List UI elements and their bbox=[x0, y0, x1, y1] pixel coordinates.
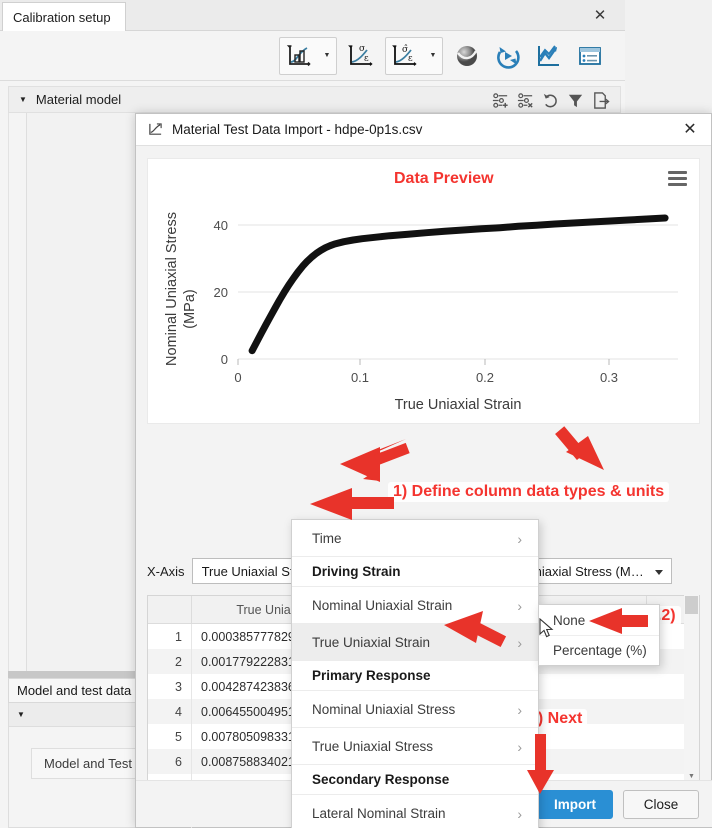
section-toolbar bbox=[491, 87, 610, 114]
context-menu-item[interactable]: True Uniaxial Strain › bbox=[292, 624, 538, 661]
add-parameter-icon[interactable] bbox=[491, 91, 510, 110]
chevron-right-icon: › bbox=[517, 702, 522, 718]
data-preview-chart: 0 20 40 0 0.1 0.2 0.3 True Uniaxial Stra… bbox=[147, 158, 700, 424]
true-stress-strain-dropdown-caret[interactable]: ▼ bbox=[424, 38, 442, 74]
svg-text:0: 0 bbox=[221, 352, 228, 367]
svg-text:0.2: 0.2 bbox=[476, 370, 494, 385]
context-menu-item-label: True Uniaxial Strain bbox=[312, 634, 431, 650]
context-menu-item-label: Lateral Nominal Strain bbox=[312, 805, 446, 821]
sphere-3d-icon[interactable] bbox=[450, 38, 484, 74]
plot-chart-button-group: ▼ bbox=[279, 36, 337, 75]
svg-text:σ: σ bbox=[359, 44, 365, 54]
plot-chart-dropdown-caret[interactable]: ▼ bbox=[318, 38, 336, 74]
row-index: 1 bbox=[148, 624, 192, 649]
dialog-title-bar: Material Test Data Import - hdpe-0p1s.cs… bbox=[136, 114, 711, 146]
filter-icon[interactable] bbox=[566, 91, 585, 110]
refresh-run-icon[interactable] bbox=[491, 38, 525, 74]
svg-text:ε: ε bbox=[408, 54, 413, 64]
tab-label: Calibration setup bbox=[13, 10, 111, 25]
svg-text:0.1: 0.1 bbox=[351, 370, 369, 385]
chevron-right-icon: › bbox=[517, 806, 522, 822]
submenu-item-none[interactable]: None bbox=[539, 605, 659, 635]
import-button[interactable]: Import bbox=[537, 789, 613, 819]
stress-strain-icon[interactable]: σ ε bbox=[344, 38, 378, 74]
chevron-right-icon: › bbox=[517, 598, 522, 614]
context-menu-item-label: Nominal Uniaxial Stress bbox=[312, 701, 456, 717]
row-index: 5 bbox=[148, 724, 192, 749]
context-menu-item[interactable]: Time › bbox=[292, 520, 538, 557]
table-vertical-scrollbar[interactable]: ▼ bbox=[684, 595, 699, 784]
row-index: 6 bbox=[148, 749, 192, 774]
remove-parameter-icon[interactable] bbox=[516, 91, 535, 110]
svg-text:0: 0 bbox=[234, 370, 241, 385]
row-index: 3 bbox=[148, 674, 192, 699]
annotation-data-preview: Data Preview bbox=[389, 169, 499, 189]
report-table-icon[interactable] bbox=[573, 38, 607, 74]
model-test-data-title: Model and test data bbox=[17, 683, 132, 698]
screenshot-root: Calibration setup ✕ ▼ σ ε σ̂ ε ▼ ▼ Mater… bbox=[0, 0, 712, 828]
submenu-item-percentage[interactable]: Percentage (%) bbox=[539, 635, 659, 665]
close-icon[interactable]: ✕ bbox=[591, 6, 609, 24]
tab-calibration-setup[interactable]: Calibration setup bbox=[2, 2, 126, 32]
row-index: 4 bbox=[148, 699, 192, 724]
context-menu-item[interactable]: True Uniaxial Stress › bbox=[292, 728, 538, 765]
context-menu-item-label: Nominal Uniaxial Strain bbox=[312, 597, 453, 613]
material-model-section-header[interactable]: ▼ Material model bbox=[8, 86, 621, 113]
close-button[interactable]: Close bbox=[623, 789, 699, 819]
close-icon[interactable]: ✕ bbox=[679, 119, 701, 141]
chevron-right-icon: › bbox=[517, 739, 522, 755]
context-menu-group-header: Driving Strain bbox=[292, 557, 538, 587]
svg-text:ε: ε bbox=[364, 54, 369, 64]
trend-chart-icon[interactable] bbox=[532, 38, 566, 74]
chevron-right-icon: › bbox=[517, 531, 522, 547]
context-menu-item[interactable]: Lateral Nominal Strain › bbox=[292, 795, 538, 828]
chevron-down-icon: ▼ bbox=[17, 710, 25, 719]
chevron-right-icon: › bbox=[517, 635, 522, 651]
context-menu-group-header: Primary Response bbox=[292, 661, 538, 691]
context-menu-item-label: Time bbox=[312, 530, 342, 546]
scrollbar-thumb[interactable] bbox=[685, 596, 698, 614]
context-menu-item[interactable]: Nominal Uniaxial Strain › bbox=[292, 587, 538, 624]
dialog-title: Material Test Data Import - hdpe-0p1s.cs… bbox=[172, 122, 423, 137]
chevron-down-icon: ▼ bbox=[19, 95, 27, 104]
units-submenu: None Percentage (%) bbox=[538, 604, 660, 666]
chart-canvas: 0 20 40 0 0.1 0.2 0.3 True Uniaxial Stra… bbox=[164, 212, 678, 413]
x-axis-label: X-Axis bbox=[147, 563, 185, 579]
mouse-cursor bbox=[539, 618, 554, 638]
svg-text:20: 20 bbox=[214, 285, 228, 300]
svg-text:(MPa): (MPa) bbox=[182, 289, 198, 328]
section-title: Material model bbox=[35, 92, 122, 107]
true-stress-strain-button-group: σ̂ ε ▼ bbox=[385, 36, 443, 75]
context-menu-item-label: True Uniaxial Stress bbox=[312, 738, 434, 754]
context-menu-group-header: Secondary Response bbox=[292, 765, 538, 795]
true-stress-strain-icon[interactable]: σ̂ ε bbox=[386, 38, 424, 74]
import-data-icon bbox=[148, 122, 163, 137]
undo-icon[interactable] bbox=[541, 91, 560, 110]
row-index: 2 bbox=[148, 649, 192, 674]
export-icon[interactable] bbox=[591, 91, 610, 110]
table-corner-cell bbox=[148, 596, 192, 623]
context-menu-item[interactable]: Nominal Uniaxial Stress › bbox=[292, 691, 538, 728]
main-toolbar: ▼ σ ε σ̂ ε ▼ bbox=[0, 31, 625, 81]
tab-strip: Calibration setup ✕ bbox=[0, 0, 625, 32]
svg-text:Nominal Uniaxial Stress: Nominal Uniaxial Stress bbox=[164, 212, 180, 366]
svg-text:0.3: 0.3 bbox=[600, 370, 618, 385]
svg-text:40: 40 bbox=[214, 218, 228, 233]
plot-chart-icon[interactable] bbox=[280, 38, 318, 74]
svg-text:True Uniaxial Strain: True Uniaxial Strain bbox=[395, 397, 522, 413]
column-type-context-menu: Time › Driving Strain Nominal Uniaxial Stra… bbox=[291, 519, 539, 828]
annotation-define-columns: 1) Define column data types & units bbox=[388, 482, 670, 502]
